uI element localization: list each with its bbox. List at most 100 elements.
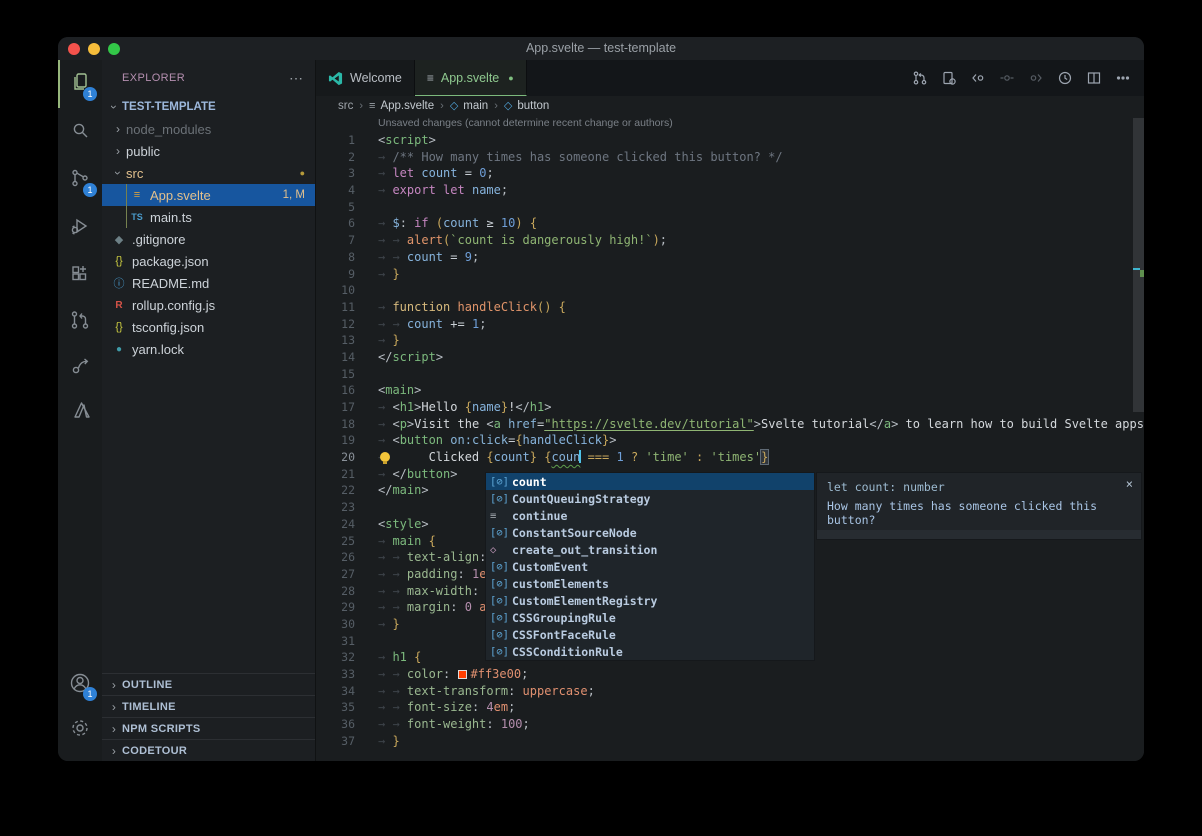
line-content (355, 633, 378, 650)
editor-scrollbar[interactable] (1133, 118, 1144, 412)
tree-file-main-ts[interactable]: TSmain.ts (102, 206, 315, 228)
code-line-33[interactable]: 33→ → color: #ff3e00; (316, 666, 1144, 683)
suggestion-cssfontfacerule[interactable]: [⊘]CSSFontFaceRule (486, 626, 814, 643)
code-line-4[interactable]: 4→ export let name; (316, 182, 1144, 199)
code-line-14[interactable]: 14</script> (316, 349, 1144, 366)
tab-welcome[interactable]: Welcome (316, 60, 415, 96)
breadcrumb-item-button[interactable]: ◇button (504, 99, 549, 112)
indent-guide (126, 184, 127, 206)
more-actions-icon[interactable]: ⋯ (289, 70, 303, 87)
breadcrumb-item-main[interactable]: ◇main (450, 99, 488, 112)
sidebar-section-codetour[interactable]: ›CODETOUR (102, 739, 315, 761)
code-line-10[interactable]: 10 (316, 282, 1144, 299)
suggestion-cssgroupingrule[interactable]: [⊘]CSSGroupingRule (486, 609, 814, 626)
maximize-window-button[interactable] (108, 43, 120, 55)
autocomplete-popup: [⊘]count[⊘]CountQueuingStrategy≡continue… (485, 472, 815, 661)
git-compare-icon[interactable] (909, 67, 931, 89)
code-line-7[interactable]: 7→ → alert(`count is dangerously high!`)… (316, 232, 1144, 249)
suggestion-constantsourcenode[interactable]: [⊘]ConstantSourceNode (486, 524, 814, 541)
open-changes-icon[interactable] (938, 67, 960, 89)
code-line-20[interactable]: 20→ Clicked {count} {coun === 1 ? 'time'… (316, 449, 1144, 466)
code-line-9[interactable]: 9→ } (316, 266, 1144, 283)
breadcrumb-item-app-svelte[interactable]: ≡App.svelte (369, 100, 434, 112)
suggestion-customelements[interactable]: [⊘]customElements (486, 575, 814, 592)
code-line-17[interactable]: 17→ <h1>Hello {name}!</h1> (316, 399, 1144, 416)
lightbulb-icon[interactable] (380, 452, 390, 462)
suggestion-create_out_transition[interactable]: ◇create_out_transition (486, 541, 814, 558)
previous-change-icon[interactable] (967, 67, 989, 89)
activity-item-live-share[interactable] (58, 345, 102, 390)
codelens-annotation[interactable]: Unsaved changes (cannot determine recent… (316, 115, 1144, 132)
minimize-window-button[interactable] (88, 43, 100, 55)
code-line-3[interactable]: 3→ let count = 0; (316, 165, 1144, 182)
line-content: </main> (355, 482, 429, 499)
line-content (355, 282, 378, 299)
sidebar-section-timeline[interactable]: ›TIMELINE (102, 695, 315, 717)
code-line-36[interactable]: 36→ → font-weight: 100; (316, 716, 1144, 733)
code-line-12[interactable]: 12→ → count += 1; (316, 316, 1144, 333)
suggestion-label: continue (512, 509, 567, 523)
tree-file-readme-md[interactable]: ⓘREADME.md (102, 272, 315, 294)
close-window-button[interactable] (68, 43, 80, 55)
suggestion-count[interactable]: [⊘]count (486, 473, 814, 490)
tree-file-package-json[interactable]: {}package.json (102, 250, 315, 272)
code-line-16[interactable]: 16<main> (316, 382, 1144, 399)
code-line-11[interactable]: 11→ function handleClick() { (316, 299, 1144, 316)
activity-item-settings-gear[interactable] (58, 708, 102, 753)
code-line-5[interactable]: 5 (316, 199, 1144, 216)
tree-folder-src[interactable]: ›src● (102, 162, 315, 184)
code-line-1[interactable]: 1<script> (316, 132, 1144, 149)
activity-item-run-and-debug[interactable] (58, 204, 102, 252)
code-line-6[interactable]: 6→ $: if (count ≥ 10) { (316, 215, 1144, 232)
sidebar-section-outline[interactable]: ›OUTLINE (102, 673, 315, 695)
suggestion-customelementregistry[interactable]: [⊘]CustomElementRegistry (486, 592, 814, 609)
line-number: 19 (316, 432, 355, 449)
rollup-file-icon: R (110, 300, 128, 311)
tree-file-yarn-lock[interactable]: ●yarn.lock (102, 338, 315, 360)
code-line-2[interactable]: 2→ /** How many times has someone clicke… (316, 149, 1144, 166)
current-change-icon[interactable] (996, 67, 1018, 89)
tree-file-app-svelte[interactable]: ≡App.svelte1, M (102, 184, 315, 206)
activity-item-search[interactable] (58, 108, 102, 156)
code-line-19[interactable]: 19→ <button on:click={handleClick}> (316, 432, 1144, 449)
code-line-37[interactable]: 37→ } (316, 733, 1144, 750)
breadcrumb-item-src[interactable]: src (338, 100, 353, 112)
info-file-icon: ⓘ (110, 275, 128, 291)
close-icon[interactable]: × (1126, 477, 1133, 491)
sidebar-section-npm-scripts[interactable]: ›NPM SCRIPTS (102, 717, 315, 739)
tree-file--gitignore[interactable]: ◆.gitignore (102, 228, 315, 250)
activity-item-account[interactable]: 1 (58, 663, 102, 708)
line-number: 22 (316, 482, 355, 499)
code-line-34[interactable]: 34→ → text-transform: uppercase; (316, 683, 1144, 700)
tree-folder-public[interactable]: ›public (102, 140, 315, 162)
git-status-badge: 1, M (283, 189, 315, 201)
activity-item-extensions[interactable] (58, 252, 102, 300)
suggestion-cssconditionrule[interactable]: [⊘]CSSConditionRule (486, 643, 814, 660)
activity-item-explorer[interactable]: 1 (58, 60, 102, 108)
code-line-35[interactable]: 35→ → font-size: 4em; (316, 699, 1144, 716)
tab-app-svelte[interactable]: ≡App.svelte● (415, 60, 527, 96)
suggestion-customevent[interactable]: [⊘]CustomEvent (486, 558, 814, 575)
code-line-15[interactable]: 15 (316, 366, 1144, 383)
line-number: 15 (316, 366, 355, 383)
next-change-icon[interactable] (1025, 67, 1047, 89)
line-number: 9 (316, 266, 355, 283)
activity-item-source-control[interactable]: 1 (58, 156, 102, 204)
tab-bar: Welcome≡App.svelte● (316, 60, 1144, 96)
file-name: tsconfig.json (132, 320, 204, 335)
tree-root-test-template[interactable]: › TEST-TEMPLATE (102, 96, 315, 118)
activity-item-github-pull-requests[interactable] (58, 300, 102, 345)
tree-file-rollup-config-js[interactable]: Rrollup.config.js (102, 294, 315, 316)
code-line-13[interactable]: 13→ } (316, 332, 1144, 349)
suggestion-continue[interactable]: ≡continue (486, 507, 814, 524)
suggestion-countqueuingstrategy[interactable]: [⊘]CountQueuingStrategy (486, 490, 814, 507)
tree-file-tsconfig-json[interactable]: {}tsconfig.json (102, 316, 315, 338)
tree-folder-node-modules[interactable]: ›node_modules (102, 118, 315, 140)
history-icon[interactable] (1054, 67, 1076, 89)
code-line-18[interactable]: 18→ <p>Visit the <a href="https://svelte… (316, 416, 1144, 433)
line-number: 35 (316, 699, 355, 716)
activity-item-azure[interactable] (58, 390, 102, 435)
code-line-8[interactable]: 8→ → count = 9; (316, 249, 1144, 266)
more-actions-icon[interactable] (1112, 67, 1134, 89)
split-editor-icon[interactable] (1083, 67, 1105, 89)
